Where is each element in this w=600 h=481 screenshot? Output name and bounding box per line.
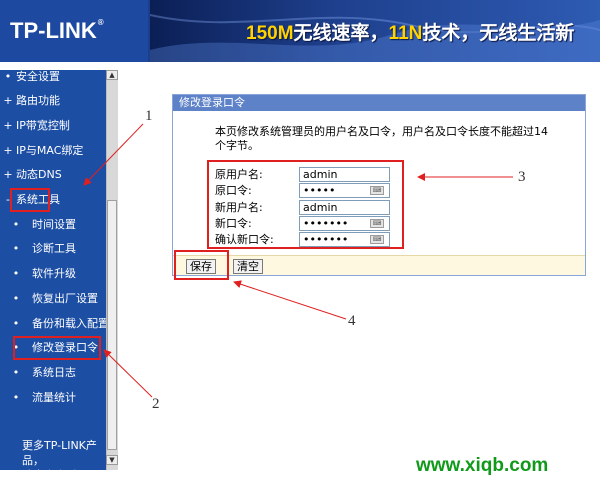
sidebar-item-firmware[interactable]: • 软件升级 [0,264,106,284]
panel-title: 修改登录口令 [173,95,585,111]
menu-bullet: • [12,391,20,404]
annotation-number-4: 4 [348,313,356,329]
annotation-number-3: 3 [518,169,526,185]
annotation-box-save [174,250,229,280]
tp-link-logo: TP-LINK® [10,18,104,44]
scroll-up-icon[interactable]: ▲ [106,70,118,80]
logo-registered-mark: ® [97,18,104,27]
annotation-box-change-password [13,336,101,360]
menu-bullet: • [12,267,20,280]
menu-bullet: + [3,144,13,157]
header-banner: TP-LINK® 150M无线速率，11N技术，无线生活新 [0,0,600,62]
banner-slogan: 150M无线速率，11N技术，无线生活新 [246,18,574,45]
menu-bullet: + [3,119,13,132]
slogan-text-1: 无线速率， [293,23,389,44]
menu-bullet: • [12,218,20,231]
sidebar-item-factory-reset[interactable]: • 恢复出厂设置 [0,289,106,309]
more-products-line1: 更多TP-LINK产品， [22,439,97,467]
menu-bullet: • [4,70,12,83]
sidebar-menu: • 安全设置 + 路由功能 + IP带宽控制 + IP与MAC绑定 + 动态DNS - 系统… [0,70,118,470]
sidebar-item-routing[interactable]: + 路由功能 [0,91,106,111]
logo-area: TP-LINK® [0,0,148,62]
sidebar-item-ip-mac[interactable]: + IP与MAC绑定 [0,141,106,161]
sidebar-item-label: 动态DNS [16,168,62,181]
sidebar-item-diagnostics[interactable]: • 诊断工具 [0,239,106,259]
annotation-box-fields [207,160,404,249]
slogan-text-2: 技术，无线生活新 [422,23,575,44]
logo-text: TP-LINK [10,18,97,43]
sidebar-item-syslog[interactable]: • 系统日志 [0,363,106,383]
annotation-box-system-tools [10,188,50,212]
sidebar-item-label: 安全设置 [16,70,60,83]
menu-bullet: + [3,94,13,107]
slogan-speed: 150M [246,23,294,44]
sidebar-item-bandwidth[interactable]: + IP带宽控制 [0,116,106,136]
scrollbar-thumb[interactable] [107,200,117,450]
sidebar-item-label: 恢复出厂设置 [32,292,98,305]
sidebar-item-label: 路由功能 [16,94,60,107]
menu-bullet: • [12,317,20,330]
clear-button[interactable]: 清空 [233,259,263,274]
annotation-number-2: 2 [152,396,160,412]
sidebar-item-time[interactable]: • 时间设置 [0,215,106,235]
sidebar-item-label: 流量统计 [32,391,76,404]
sidebar-item-ddns[interactable]: + 动态DNS [0,165,106,185]
menu-bullet: • [12,366,20,379]
watermark: www.xiqb.com [416,455,549,476]
sidebar-item-backup[interactable]: • 备份和载入配置 [0,314,109,334]
sidebar-item-label: 备份和载入配置 [32,317,109,330]
sidebar-item-label: IP带宽控制 [16,119,70,132]
sidebar-item-label: 诊断工具 [32,242,76,255]
sidebar-item-label: 时间设置 [32,218,76,231]
sidebar-item-label: 系统日志 [32,366,76,379]
more-products-line2: 请点击查看 >> [22,469,99,481]
sidebar-item-security[interactable]: • 安全设置 [0,70,106,87]
menu-bullet: + [3,168,13,181]
slogan-11n: 11N [388,23,423,44]
sidebar-item-traffic[interactable]: • 流量统计 [0,388,106,408]
annotation-number-1: 1 [145,108,153,124]
scroll-down-icon[interactable]: ▼ [106,455,118,465]
panel-description: 本页修改系统管理员的用户名及口令，用户名及口令长度不能超过14个字节。 [215,125,548,152]
sidebar-item-label: IP与MAC绑定 [16,144,84,157]
sidebar-item-label: 软件升级 [32,267,76,280]
more-products-link[interactable]: 更多TP-LINK产品， 请点击查看 >> [22,438,112,481]
menu-bullet: • [12,242,20,255]
menu-bullet: • [12,292,20,305]
